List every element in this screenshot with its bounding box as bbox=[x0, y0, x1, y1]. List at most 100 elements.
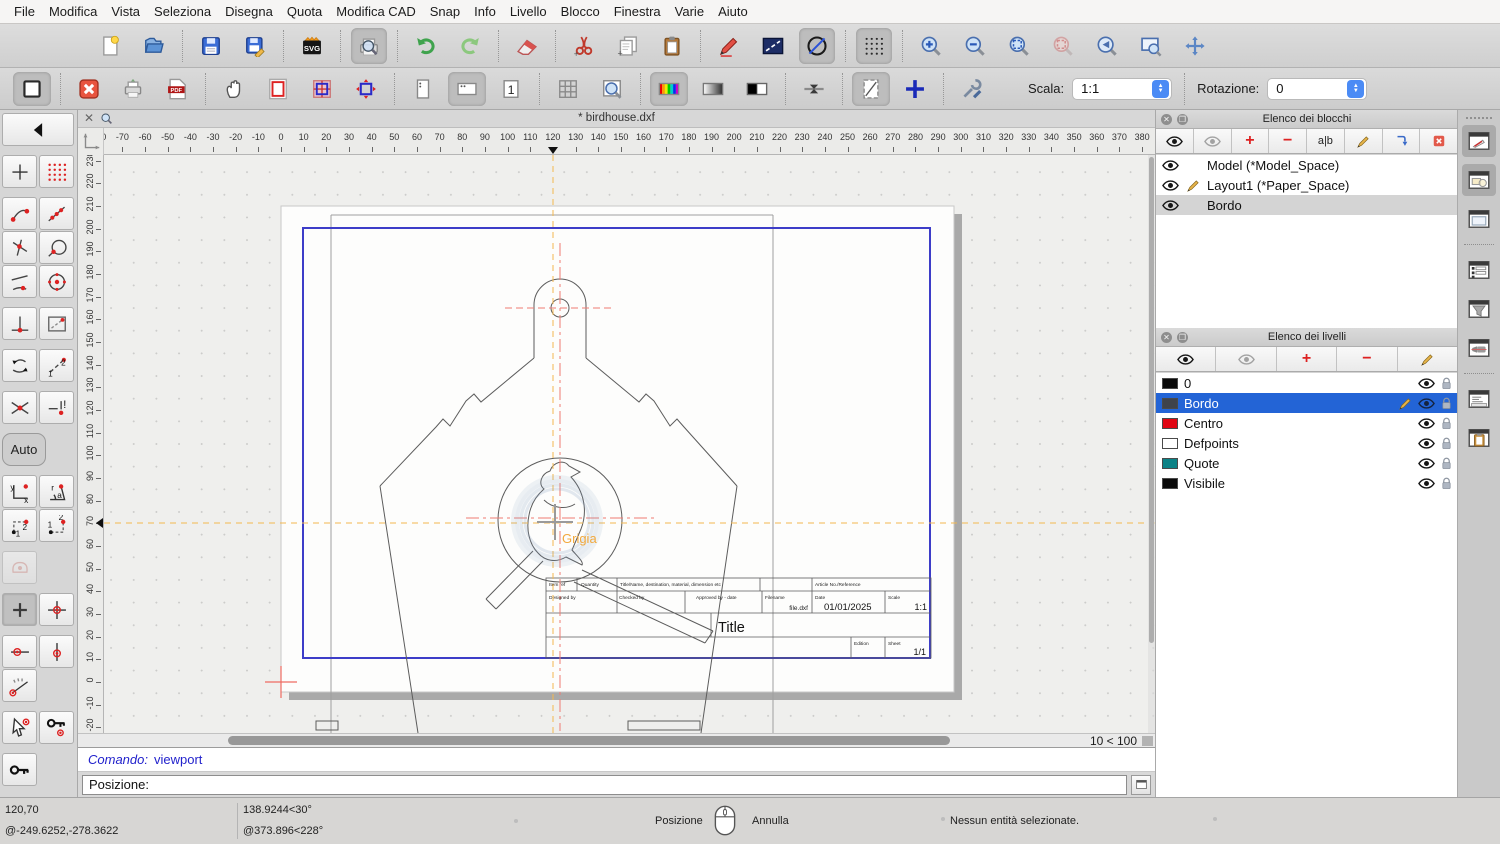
grid-toggle-button[interactable] bbox=[856, 27, 892, 64]
layer-row-quote[interactable]: Quote bbox=[1156, 453, 1458, 473]
menu-quota[interactable]: Quota bbox=[287, 4, 322, 19]
splitter-dot-2[interactable] bbox=[1213, 817, 1217, 821]
layer-lock-icon[interactable] bbox=[1441, 477, 1452, 490]
view-previous-button[interactable] bbox=[1089, 28, 1125, 64]
layer-color-swatch[interactable] bbox=[1162, 477, 1178, 489]
layer-row-bordo[interactable]: Bordo bbox=[1156, 393, 1458, 413]
blocks-remove-button[interactable]: − bbox=[1269, 129, 1307, 153]
erase-button[interactable] bbox=[509, 28, 545, 64]
rotation-stepper-icon[interactable]: ▲ ▼ bbox=[1347, 79, 1365, 98]
draft-circle-button[interactable] bbox=[799, 27, 835, 64]
layer-lock-icon[interactable] bbox=[1441, 437, 1452, 450]
blocks-eye-button[interactable] bbox=[1156, 129, 1194, 153]
layer-visibility-eye-icon[interactable] bbox=[1418, 417, 1435, 429]
scale-stepper-icon[interactable]: ▲ ▼ bbox=[1152, 79, 1170, 98]
page-landscape-button[interactable] bbox=[448, 71, 486, 106]
coord-polar-button[interactable]: ra bbox=[39, 475, 74, 508]
cut-button[interactable]: + bbox=[566, 28, 602, 64]
paste-button[interactable] bbox=[654, 28, 690, 64]
snap-distance-button[interactable]: 12 bbox=[39, 349, 74, 382]
snap-middle-button[interactable] bbox=[39, 593, 74, 626]
menu-finestra[interactable]: Finestra bbox=[614, 4, 661, 19]
dock-library-toggle-button[interactable] bbox=[1462, 164, 1496, 196]
intersection-x-button[interactable] bbox=[2, 391, 37, 424]
menu-varie[interactable]: Varie bbox=[675, 4, 704, 19]
restrict-off-button[interactable] bbox=[2, 551, 37, 584]
snap-endpoints-button[interactable] bbox=[2, 197, 37, 230]
layer-lock-icon[interactable] bbox=[1441, 377, 1452, 390]
snap-auto-button[interactable] bbox=[2, 349, 37, 382]
open-file-button[interactable] bbox=[136, 28, 172, 64]
layers-eye-button[interactable] bbox=[1156, 347, 1217, 371]
auto-snap-button[interactable]: Auto bbox=[2, 433, 46, 466]
pan-hand-button[interactable] bbox=[215, 72, 253, 106]
layers-edit-button[interactable] bbox=[1397, 347, 1459, 371]
save-button[interactable] bbox=[193, 28, 229, 64]
tool-settings-button[interactable] bbox=[953, 72, 991, 106]
layers-eye-off-button[interactable] bbox=[1216, 347, 1277, 371]
pan-view-button[interactable] bbox=[1177, 28, 1213, 64]
copy-button[interactable]: + bbox=[610, 28, 646, 64]
lineweight-display-button[interactable] bbox=[795, 72, 833, 106]
intersection-manual-button[interactable]: ! bbox=[39, 391, 74, 424]
paper-space-button[interactable] bbox=[13, 71, 51, 106]
snap-center-button[interactable] bbox=[39, 265, 74, 298]
block-row-bordo[interactable]: Bordo bbox=[1156, 195, 1458, 215]
layer-row-defpoints[interactable]: Defpoints bbox=[1156, 433, 1458, 453]
snap-intersection-button[interactable] bbox=[2, 231, 37, 264]
menu-disegna[interactable]: Disegna bbox=[225, 4, 273, 19]
layer-color-swatch[interactable] bbox=[1162, 377, 1178, 389]
restrict-none-button[interactable] bbox=[2, 593, 37, 626]
visibility-eye-icon[interactable] bbox=[1162, 199, 1179, 211]
show-points-button[interactable] bbox=[896, 72, 934, 106]
dock-clipboard-toggle-button[interactable] bbox=[1462, 422, 1496, 454]
dock-viewports-toggle-button[interactable] bbox=[1462, 203, 1496, 235]
viewport-fit-button[interactable] bbox=[347, 72, 385, 106]
block-row-model-model-space-[interactable]: Model (*Model_Space) bbox=[1156, 155, 1458, 175]
blocks-insert-button[interactable] bbox=[1382, 129, 1421, 153]
snap-pointer-button[interactable] bbox=[2, 711, 37, 744]
blocks-purge-button[interactable] bbox=[1420, 129, 1458, 153]
menu-vista[interactable]: Vista bbox=[111, 4, 140, 19]
zoom-in-button[interactable] bbox=[913, 28, 949, 64]
vertical-scrollbar-thumb[interactable] bbox=[1149, 157, 1154, 643]
menu-modifica-cad[interactable]: Modifica CAD bbox=[336, 4, 415, 19]
redo-button[interactable] bbox=[452, 28, 488, 64]
rel-cartesian-button[interactable]: 12 bbox=[2, 509, 37, 542]
zoom-auto-button[interactable] bbox=[1001, 28, 1037, 64]
coord-cartesian-button[interactable]: yx bbox=[2, 475, 37, 508]
zoom-window-button[interactable] bbox=[1133, 28, 1169, 64]
page-portrait-button[interactable] bbox=[404, 72, 442, 106]
color-grayscale-button[interactable] bbox=[694, 72, 732, 106]
blocks-panel-float-icon[interactable]: ❐ bbox=[1177, 114, 1188, 125]
blocks-panel-close-icon[interactable]: ✕ bbox=[1161, 114, 1172, 125]
layer-visibility-eye-icon[interactable] bbox=[1418, 377, 1435, 389]
layers-panel-float-icon[interactable]: ❐ bbox=[1177, 332, 1188, 343]
layer-lock-icon[interactable] bbox=[1441, 417, 1452, 430]
dock-blocks-toggle-button[interactable] bbox=[1462, 125, 1496, 157]
horizontal-scrollbar-thumb[interactable] bbox=[228, 736, 950, 745]
dock-views-toggle-button[interactable] bbox=[1462, 332, 1496, 364]
layers-add-button[interactable]: + bbox=[1276, 347, 1338, 371]
menu-info[interactable]: Info bbox=[474, 4, 496, 19]
layer-visibility-eye-icon[interactable] bbox=[1418, 457, 1435, 469]
visibility-eye-icon[interactable] bbox=[1162, 179, 1179, 191]
restrict-horizontal-button[interactable] bbox=[2, 635, 37, 668]
zoom-page-button[interactable] bbox=[593, 72, 631, 106]
draft-mode-button[interactable] bbox=[852, 71, 890, 106]
dock-filter-toggle-button[interactable] bbox=[1462, 293, 1496, 325]
zoom-out-button[interactable] bbox=[957, 28, 993, 64]
print-preview-button[interactable] bbox=[351, 27, 387, 64]
layer-row-visibile[interactable]: Visibile bbox=[1156, 473, 1458, 493]
close-drawing-button[interactable] bbox=[70, 72, 108, 106]
file-tab-title[interactable]: * birdhouse.dxf bbox=[78, 112, 1155, 124]
splitter-dot[interactable] bbox=[514, 819, 518, 823]
snap-nearest-button[interactable] bbox=[2, 265, 37, 298]
layer-row-0[interactable]: 0 bbox=[1156, 373, 1458, 393]
vertical-scrollbar[interactable] bbox=[1148, 155, 1155, 733]
lock-relative-zero-button[interactable] bbox=[39, 711, 74, 744]
layer-lock-icon[interactable] bbox=[1441, 457, 1452, 470]
multi-pages-button[interactable] bbox=[303, 72, 341, 106]
undo-button[interactable] bbox=[408, 28, 444, 64]
dock-command-toggle-button[interactable] bbox=[1462, 383, 1496, 415]
